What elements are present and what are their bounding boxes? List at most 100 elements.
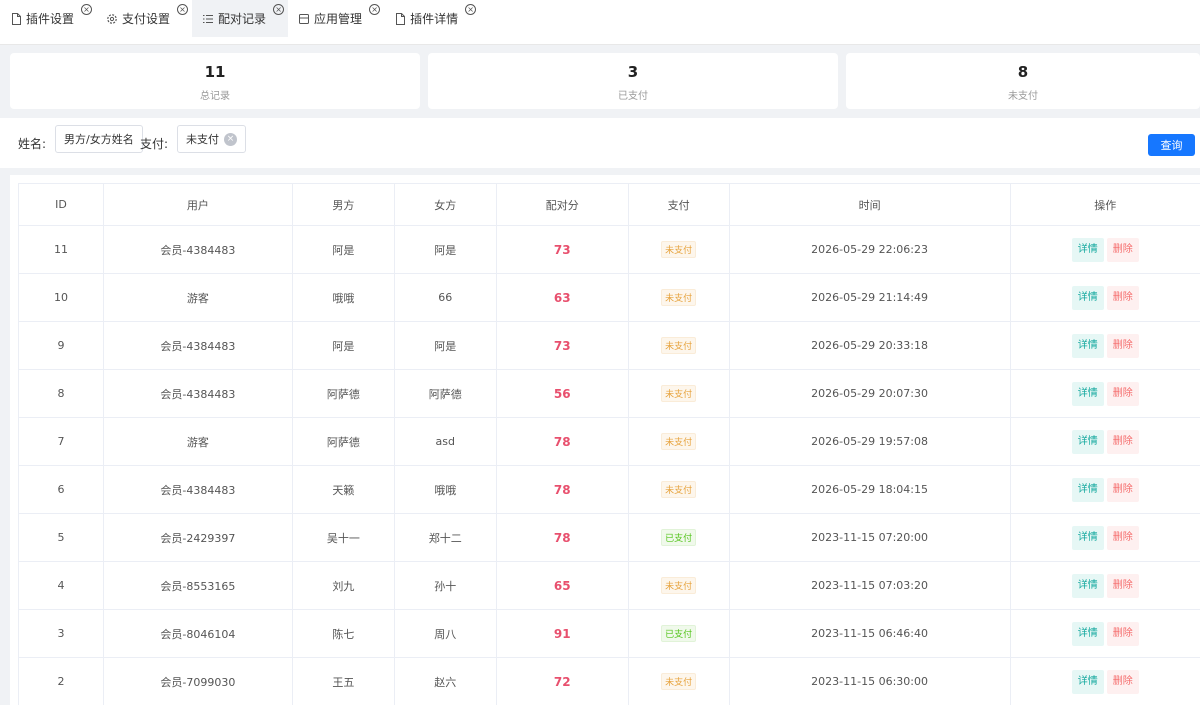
cell-actions: 详情 删除 bbox=[1009, 225, 1200, 274]
cell-score: 78 bbox=[495, 417, 629, 466]
cell-time: 2026-05-29 22:06:23 bbox=[728, 225, 1011, 274]
cell-male: 吴十一 bbox=[291, 513, 395, 562]
cell-actions: 详情 删除 bbox=[1009, 465, 1200, 514]
close-icon[interactable]: × bbox=[369, 4, 381, 15]
cell-female: asd bbox=[393, 417, 497, 466]
cell-id: 5 bbox=[18, 513, 104, 562]
delete-button[interactable]: 删除 bbox=[1106, 237, 1139, 262]
col-header-pay: 支付 bbox=[627, 183, 730, 226]
cell-pay: 已支付 bbox=[627, 513, 730, 562]
cell-pay: 未支付 bbox=[627, 369, 730, 418]
close-icon[interactable]: × bbox=[177, 4, 189, 15]
cell-user: 会员-2429397 bbox=[102, 513, 293, 562]
cell-actions: 详情 删除 bbox=[1009, 369, 1200, 418]
delete-button[interactable]: 删除 bbox=[1106, 333, 1139, 358]
cell-pay: 未支付 bbox=[627, 465, 730, 514]
cell-time: 2023-11-15 06:46:40 bbox=[728, 609, 1011, 658]
delete-button[interactable]: 删除 bbox=[1106, 429, 1139, 454]
tab-plugin-settings[interactable]: 插件设置 × bbox=[0, 0, 96, 37]
cell-pay: 未支付 bbox=[627, 225, 730, 274]
score-value: 72 bbox=[553, 674, 571, 689]
stat-value: 3 bbox=[627, 63, 639, 81]
table-row: 7 游客 阿萨德 asd 78 未支付 2026-05-29 19:57:08 详情 删除 bbox=[18, 417, 1200, 466]
score-value: 91 bbox=[553, 626, 571, 641]
cell-score: 72 bbox=[495, 657, 629, 705]
detail-button[interactable]: 详情 bbox=[1071, 429, 1104, 454]
cell-user: 会员-4384483 bbox=[102, 369, 293, 418]
detail-button[interactable]: 详情 bbox=[1071, 669, 1104, 694]
cell-male: 天籁 bbox=[291, 465, 395, 514]
table-row: 4 会员-8553165 刘九 孙十 65 未支付 2023-11-15 07:03:20 详… bbox=[18, 561, 1200, 610]
detail-button[interactable]: 详情 bbox=[1071, 525, 1104, 550]
cell-score: 63 bbox=[495, 273, 629, 322]
cell-pay: 未支付 bbox=[627, 321, 730, 370]
stat-label: 总记录 bbox=[200, 91, 230, 102]
detail-button[interactable]: 详情 bbox=[1071, 573, 1104, 598]
pay-status-badge: 未支付 bbox=[661, 481, 697, 498]
detail-button[interactable]: 详情 bbox=[1071, 381, 1104, 406]
cell-male: 阿是 bbox=[291, 321, 395, 370]
detail-button[interactable]: 详情 bbox=[1071, 237, 1104, 262]
cell-actions: 详情 删除 bbox=[1009, 273, 1200, 322]
table-row: 5 会员-2429397 吴十一 郑十二 78 已支付 2023-11-15 07:20:0… bbox=[18, 513, 1200, 562]
delete-button[interactable]: 删除 bbox=[1106, 285, 1139, 310]
pay-select-value: 未支付 bbox=[186, 133, 219, 146]
score-value: 78 bbox=[553, 434, 571, 449]
cell-female: 哦哦 bbox=[393, 465, 497, 514]
records-panel: ID 用户 男方 女方 配对分 支付 时间 操作 11 会员-4384483 阿是阿… bbox=[10, 175, 1200, 705]
cell-id: 3 bbox=[18, 609, 104, 658]
query-button[interactable]: 查询 bbox=[1148, 134, 1195, 156]
tab-payment-settings[interactable]: 支付设置 × bbox=[96, 0, 192, 37]
close-icon[interactable]: × bbox=[273, 4, 285, 15]
pay-status-badge: 已支付 bbox=[661, 529, 697, 546]
delete-button[interactable]: 删除 bbox=[1106, 573, 1139, 598]
detail-button[interactable]: 详情 bbox=[1071, 333, 1104, 358]
tab-label: 应用管理 bbox=[314, 12, 363, 26]
cell-user: 会员-8046104 bbox=[102, 609, 293, 658]
table-row: 2 会员-7099030 王五 赵六 72 未支付 2023-11-15 06:30:00 详… bbox=[18, 657, 1200, 705]
cell-female: 赵六 bbox=[393, 657, 497, 705]
pay-status-badge: 已支付 bbox=[661, 625, 697, 642]
cell-pay: 未支付 bbox=[627, 561, 730, 610]
tab-plugin-details[interactable]: 插件详情 × bbox=[384, 0, 480, 37]
tab-list: 插件设置 × 支付设置 × 配对记录 × 应用管理 × 插件详情 × bbox=[0, 0, 480, 37]
pay-select[interactable]: 未支付 × bbox=[177, 125, 246, 153]
close-icon[interactable]: × bbox=[81, 4, 93, 15]
cell-user: 会员-4384483 bbox=[102, 321, 293, 370]
cell-user: 游客 bbox=[102, 417, 293, 466]
tab-pairing-records[interactable]: 配对记录 × bbox=[192, 0, 289, 37]
tab-bar: 插件设置 × 支付设置 × 配对记录 × 应用管理 × 插件详情 × bbox=[0, 0, 1200, 45]
cell-female: 周八 bbox=[393, 609, 497, 658]
stat-card-paid: 3 已支付 bbox=[428, 53, 838, 109]
detail-button[interactable]: 详情 bbox=[1071, 285, 1104, 310]
cell-score: 91 bbox=[495, 609, 629, 658]
app-icon bbox=[298, 13, 310, 25]
detail-button[interactable]: 详情 bbox=[1071, 621, 1104, 646]
cell-user: 会员-7099030 bbox=[102, 657, 293, 705]
table-header-row: ID 用户 男方 女方 配对分 支付 时间 操作 bbox=[18, 183, 1200, 226]
col-header-id: ID bbox=[18, 183, 104, 226]
tab-app-management[interactable]: 应用管理 × bbox=[288, 0, 384, 37]
pay-status-badge: 未支付 bbox=[661, 289, 697, 306]
col-header-actions: 操作 bbox=[1009, 183, 1200, 226]
cell-time: 2026-05-29 20:07:30 bbox=[728, 369, 1011, 418]
delete-button[interactable]: 删除 bbox=[1106, 525, 1139, 550]
cell-male: 阿萨德 bbox=[291, 369, 395, 418]
delete-button[interactable]: 删除 bbox=[1106, 669, 1139, 694]
stat-label: 未支付 bbox=[1008, 91, 1038, 102]
delete-button[interactable]: 删除 bbox=[1106, 381, 1139, 406]
table-body: 11 会员-4384483 阿是 阿是 73 未支付 2026-05-29 22:06:23… bbox=[18, 225, 1200, 705]
cell-actions: 详情 删除 bbox=[1009, 321, 1200, 370]
score-value: 65 bbox=[553, 578, 571, 593]
close-icon[interactable]: × bbox=[465, 4, 477, 15]
cell-female: 郑十二 bbox=[393, 513, 497, 562]
score-value: 63 bbox=[553, 290, 571, 305]
cell-id: 2 bbox=[18, 657, 104, 705]
clear-icon[interactable]: × bbox=[224, 132, 237, 146]
delete-button[interactable]: 删除 bbox=[1106, 477, 1139, 502]
detail-button[interactable]: 详情 bbox=[1071, 477, 1104, 502]
name-input[interactable]: 男方/女方姓名 bbox=[55, 125, 143, 153]
table-row: 11 会员-4384483 阿是 阿是 73 未支付 2026-05-29 22:06:23… bbox=[18, 225, 1200, 274]
delete-button[interactable]: 删除 bbox=[1106, 621, 1139, 646]
table-row: 10 游客 哦哦 66 63 未支付 2026-05-29 21:14:49 详情 删除 bbox=[18, 273, 1200, 322]
